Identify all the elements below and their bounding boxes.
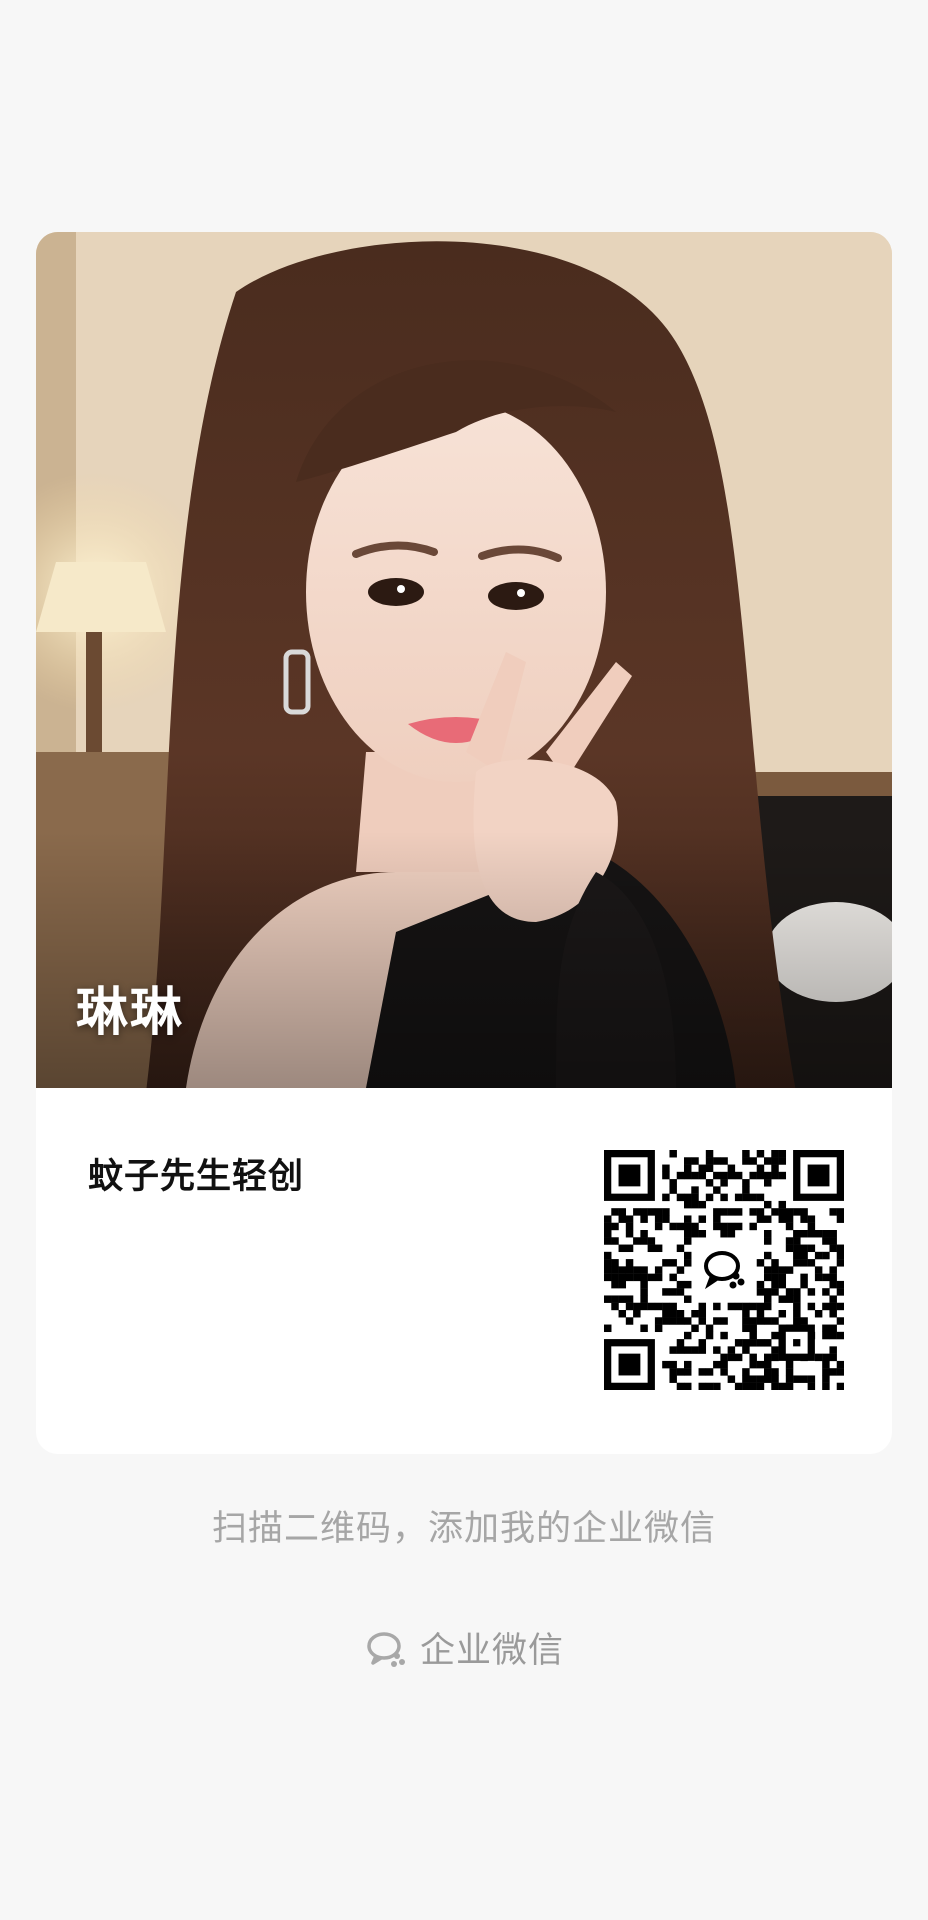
- brand-footer: 企业微信: [0, 1622, 928, 1673]
- wecom-logo-icon: [367, 1631, 405, 1667]
- scan-hint: 扫描二维码，添加我的企业微信: [211, 1509, 716, 1549]
- company-name: 蚊子先生轻创: [88, 1157, 305, 1197]
- brand-label: 企业微信: [419, 1631, 564, 1671]
- person-name: 琳琳: [76, 983, 185, 1043]
- contact-card: 琳琳 蚊子先生轻创: [36, 232, 892, 1454]
- profile-photo: 琳琳: [36, 232, 892, 1088]
- qr-code-icon: [604, 1150, 844, 1390]
